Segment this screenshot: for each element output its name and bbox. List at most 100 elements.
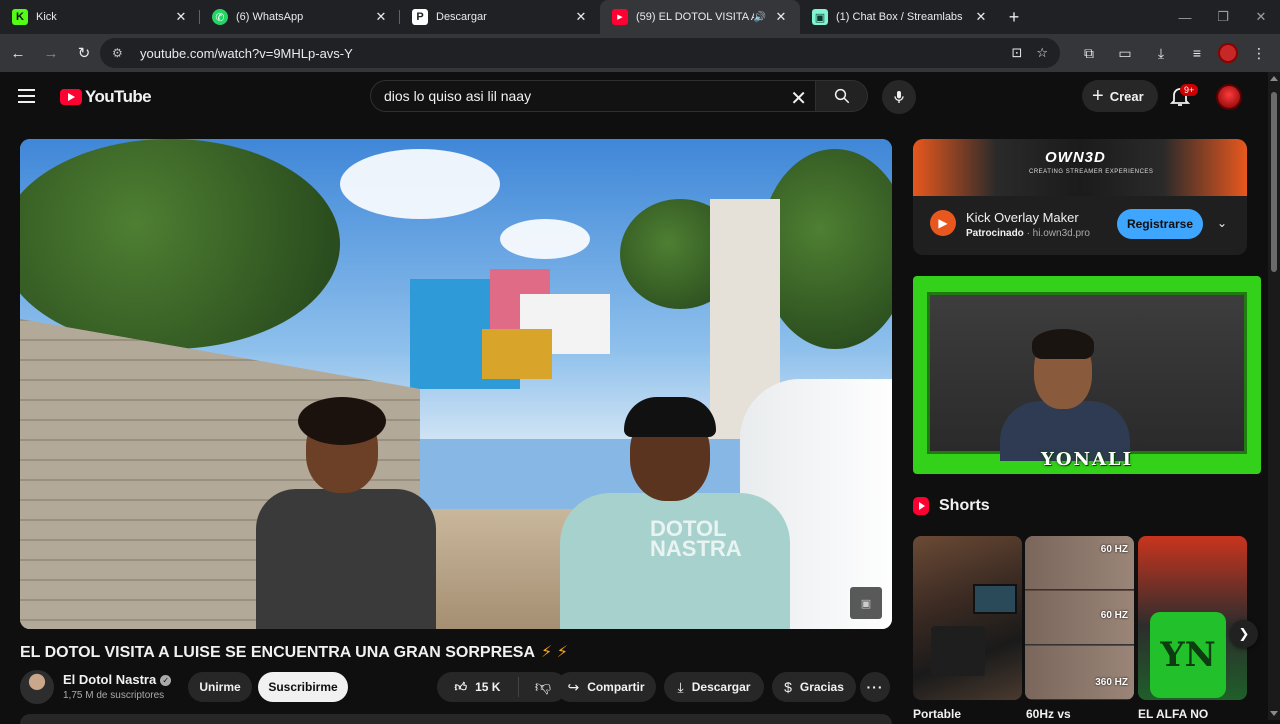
- close-tab-icon[interactable]: ✕: [172, 8, 190, 26]
- account-avatar[interactable]: [1216, 84, 1242, 110]
- close-tab-icon[interactable]: ✕: [772, 8, 790, 26]
- tab-youtube[interactable]: ▶ (59) EL DOTOL VISITA A LUIS 🔊 ✕: [600, 0, 800, 34]
- search-button[interactable]: [816, 80, 868, 112]
- speaker-icon[interactable]: 🔊: [754, 12, 766, 23]
- back-icon[interactable]: ←: [3, 38, 33, 68]
- channel-name[interactable]: El Dotol Nastra ✓: [63, 672, 172, 687]
- video-frame-person: [246, 397, 446, 629]
- new-tab-button[interactable]: +: [1000, 0, 1028, 34]
- tab-title: Descargar: [436, 11, 487, 23]
- ad-banner-tagline: CREATING STREAMER EXPERIENCES: [1029, 169, 1154, 175]
- ad-domain: · hi.own3d.pro: [1026, 228, 1090, 239]
- minimize-icon[interactable]: —: [1166, 0, 1204, 34]
- tab-title: Kick: [36, 11, 57, 23]
- url-text: youtube.com/watch?v=9MHLp-avs-Y: [140, 45, 353, 61]
- close-tab-icon[interactable]: ✕: [372, 8, 390, 26]
- like-dislike-group: 👍︎ 15 K 👎︎: [437, 672, 567, 702]
- short-title[interactable]: 60Hz vs: [1026, 707, 1071, 721]
- youtube-wordmark: YouTube: [85, 87, 152, 106]
- video-frame-tractor: [482, 329, 552, 379]
- like-button[interactable]: 👍︎ 15 K: [437, 677, 519, 697]
- downloads-icon[interactable]: ⤓: [1146, 38, 1176, 68]
- search-icon: [834, 88, 849, 104]
- subscribe-button[interactable]: Suscribirme: [258, 672, 348, 702]
- thumbs-up-icon: 👍︎: [454, 679, 468, 694]
- short-thumbnail[interactable]: YN: [1138, 536, 1247, 700]
- thanks-button[interactable]: $ Gracias: [772, 672, 856, 702]
- extensions-icon[interactable]: ⧉: [1074, 38, 1104, 68]
- voice-search-button[interactable]: [882, 80, 916, 114]
- description-box[interactable]: [20, 714, 892, 724]
- short-hz-label: 60 HZ: [1100, 544, 1128, 555]
- share-icon: ↪: [567, 678, 580, 695]
- ad-meta: Patrocinado · hi.own3d.pro: [966, 228, 1090, 239]
- restore-icon[interactable]: ❐: [1204, 0, 1242, 34]
- download-button[interactable]: ⤓ Descargar: [664, 672, 764, 702]
- person-hair: [298, 397, 386, 445]
- subscribe-label: Suscribirme: [268, 680, 338, 694]
- register-button[interactable]: Registrarse: [1117, 209, 1203, 239]
- forward-icon[interactable]: →: [36, 38, 66, 68]
- video-watermark: DOTOL NASTRA: [650, 518, 742, 560]
- whatsapp-icon: ✆: [212, 9, 228, 25]
- browser-profile-icon[interactable]: [1218, 43, 1238, 63]
- shorts-next-arrow-icon[interactable]: ❯: [1230, 620, 1258, 648]
- search-input[interactable]: dios lo quiso asi lil naay ✕: [370, 80, 816, 112]
- short-title[interactable]: EL ALFA NO: [1138, 707, 1208, 721]
- tab-title: (59) EL DOTOL VISITA A LUIS: [636, 11, 754, 23]
- channel-watermark-icon[interactable]: ▣: [850, 587, 882, 619]
- sponsored-ad[interactable]: OWN3D CREATING STREAMER EXPERIENCES ▶ Ki…: [913, 139, 1247, 255]
- scrollbar-thumb[interactable]: [1271, 92, 1277, 272]
- address-bar[interactable]: ⚙ youtube.com/watch?v=9MHLp-avs-Y ⊡ ☆: [100, 38, 1060, 68]
- site-info-icon[interactable]: ⚙: [112, 46, 130, 60]
- download-icon: ⤓: [677, 678, 684, 695]
- channel-avatar[interactable]: [20, 670, 54, 704]
- close-tab-icon[interactable]: ✕: [572, 8, 590, 26]
- media-control-icon[interactable]: ≡: [1182, 38, 1212, 68]
- video-title-text: EL DOTOL VISITA A LUISE SE ENCUENTRA UNA…: [20, 644, 536, 661]
- tab-whatsapp[interactable]: ✆ (6) WhatsApp ✕: [200, 0, 400, 34]
- tab-streamlabs[interactable]: ▣ (1) Chat Box / Streamlabs ✕: [800, 0, 1000, 34]
- bookmark-star-icon[interactable]: ☆: [1036, 45, 1048, 61]
- p-icon: P: [412, 9, 428, 25]
- short-thumbnail[interactable]: 60 HZ 60 HZ 360 HZ: [1025, 536, 1134, 700]
- short-title[interactable]: Portable: [913, 707, 961, 721]
- webcam-overlay: YONALI: [913, 276, 1261, 474]
- browser-menu-icon[interactable]: ⋮: [1244, 38, 1274, 68]
- advertiser-logo-icon: ▶: [930, 210, 956, 236]
- ad-title[interactable]: Kick Overlay Maker: [966, 210, 1079, 225]
- like-count: 15 K: [475, 680, 501, 694]
- tab-descargar[interactable]: P Descargar ✕: [400, 0, 600, 34]
- ad-banner-image[interactable]: OWN3D CREATING STREAMER EXPERIENCES: [913, 139, 1247, 196]
- menu-hamburger-icon[interactable]: [18, 84, 42, 108]
- browser-toolbar: ← → ↻ ⚙ youtube.com/watch?v=9MHLp-avs-Y …: [0, 34, 1280, 72]
- create-label: Crear: [1109, 88, 1144, 104]
- kick-icon: K: [12, 9, 28, 25]
- join-button[interactable]: Unirme: [188, 672, 252, 702]
- scroll-down-arrow-icon[interactable]: [1270, 711, 1278, 716]
- close-window-icon[interactable]: ✕: [1242, 0, 1280, 34]
- create-button[interactable]: + Crear: [1082, 80, 1158, 112]
- tab-kick[interactable]: K Kick ✕: [0, 0, 200, 34]
- page-scrollbar[interactable]: [1268, 72, 1280, 720]
- title-emoji: ⚡ ⚡: [541, 644, 568, 661]
- install-app-icon[interactable]: ⊡: [1011, 45, 1022, 61]
- clear-search-icon[interactable]: ✕: [790, 86, 807, 111]
- more-actions-icon[interactable]: ···: [860, 672, 890, 702]
- chevron-down-icon[interactable]: ⌄: [1217, 216, 1227, 230]
- join-label: Unirme: [199, 680, 241, 694]
- short-panel: [1025, 646, 1134, 700]
- youtube-logo[interactable]: YouTube: [60, 87, 152, 107]
- plus-icon: +: [1092, 84, 1104, 107]
- cast-icon[interactable]: ▭: [1110, 38, 1140, 68]
- video-player[interactable]: DOTOL NASTRA ▣: [20, 139, 892, 629]
- microphone-icon: [894, 91, 904, 103]
- shorts-heading: Shorts: [939, 497, 990, 514]
- person-shirt: [560, 493, 790, 629]
- reload-icon[interactable]: ↻: [69, 38, 99, 68]
- share-button[interactable]: ↪ Compartir: [556, 672, 656, 702]
- scroll-up-arrow-icon[interactable]: [1270, 76, 1278, 81]
- close-tab-icon[interactable]: ✕: [972, 8, 990, 26]
- short-thumbnail[interactable]: [913, 536, 1022, 700]
- short-hz-label: 360 HZ: [1095, 677, 1128, 688]
